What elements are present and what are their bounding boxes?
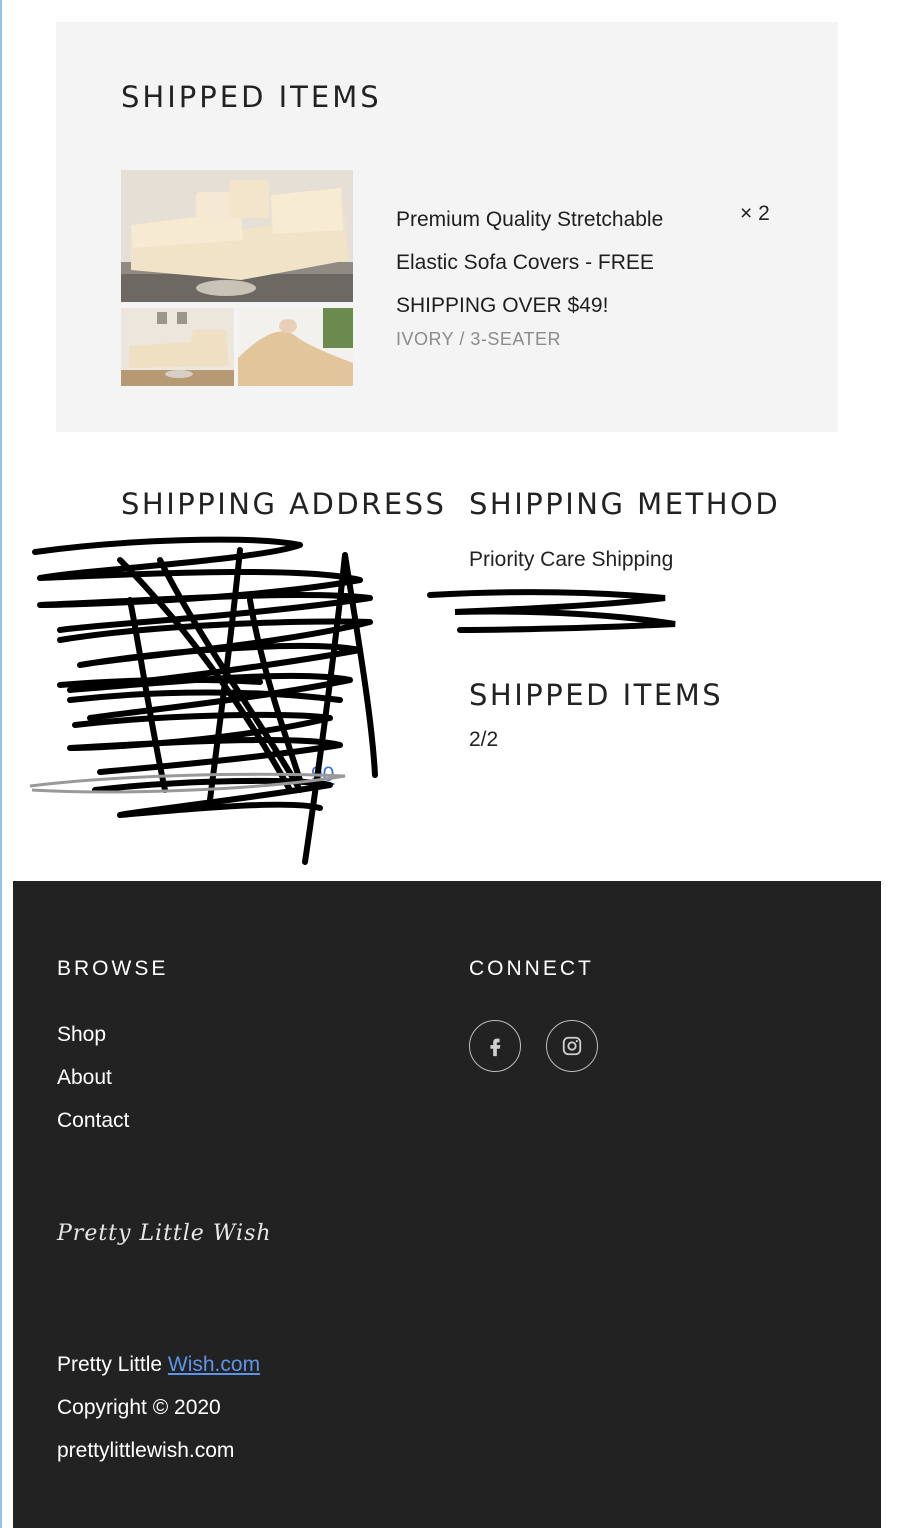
shipped-items-title: SHIPPED ITEMS (121, 80, 382, 114)
footer-connect-title: CONNECT (469, 957, 594, 980)
facebook-icon (490, 1038, 501, 1057)
shipping-method-name: Priority Care Shipping (469, 548, 674, 571)
product-name-line: Elastic Sofa Covers - FREE (396, 251, 654, 274)
address-phone-line[interactable]: 90 (121, 753, 381, 796)
address-line-redacted (121, 581, 381, 624)
product-quantity: × 2 (740, 202, 770, 225)
product-image-collage (121, 170, 353, 386)
footer-logo[interactable]: Pretty Little Wish (57, 1221, 272, 1246)
shipped-items-card: SHIPPED ITEMS Premium Quality Stretchabl… (56, 22, 838, 432)
footer-brand-prefix: Pretty Little (57, 1353, 168, 1376)
product-variant: IVORY / 3-SEATER (396, 329, 562, 349)
footer-browse-links: Shop About Contact (57, 1013, 129, 1142)
address-line-redacted (121, 710, 381, 753)
tracking-number-redacted (469, 581, 673, 624)
footer-brand-link[interactable]: Wish.com (168, 1353, 260, 1376)
shipped-items-summary-title: SHIPPED ITEMS (469, 678, 724, 712)
footer-link-about[interactable]: About (57, 1056, 129, 1099)
footer-copyright: Copyright © 2020 (57, 1396, 221, 1419)
product-image-main (121, 170, 353, 302)
window-edge (0, 0, 2, 1528)
address-line-redacted (121, 624, 381, 667)
instagram-icon (562, 1036, 582, 1056)
product-name-line: SHIPPING OVER $49! (396, 294, 609, 317)
facebook-button[interactable] (469, 1020, 521, 1072)
footer-bottom-text: Pretty Little Wish.com Copyright © 2020 … (57, 1343, 260, 1472)
footer-link-contact[interactable]: Contact (57, 1099, 129, 1142)
shipping-method-block: Priority Care Shipping (469, 538, 673, 624)
footer-link-shop[interactable]: Shop (57, 1013, 129, 1056)
product-details: Premium Quality Stretchable Elastic Sofa… (396, 198, 726, 350)
address-line-redacted (121, 667, 381, 710)
shipping-address-title: SHIPPING ADDRESS (121, 487, 447, 521)
site-footer: BROWSE Shop About Contact CONNECT Pretty… (13, 881, 881, 1528)
footer-domain: prettylittlewish.com (57, 1439, 235, 1462)
address-phone-link[interactable]: 90 (311, 763, 334, 786)
shipping-method-title: SHIPPING METHOD (469, 487, 781, 521)
shipped-items-count: 2/2 (469, 728, 499, 751)
product-name-line: Premium Quality Stretchable (396, 208, 664, 231)
product-image-fabric (238, 308, 353, 386)
address-line-redacted (121, 538, 381, 581)
instagram-button[interactable] (546, 1020, 598, 1072)
product-image-room (121, 308, 234, 386)
footer-brand-line: Pretty Little Wish.com (57, 1343, 260, 1386)
shipping-address-block: 90 (121, 538, 381, 796)
footer-browse-title: BROWSE (57, 957, 169, 980)
